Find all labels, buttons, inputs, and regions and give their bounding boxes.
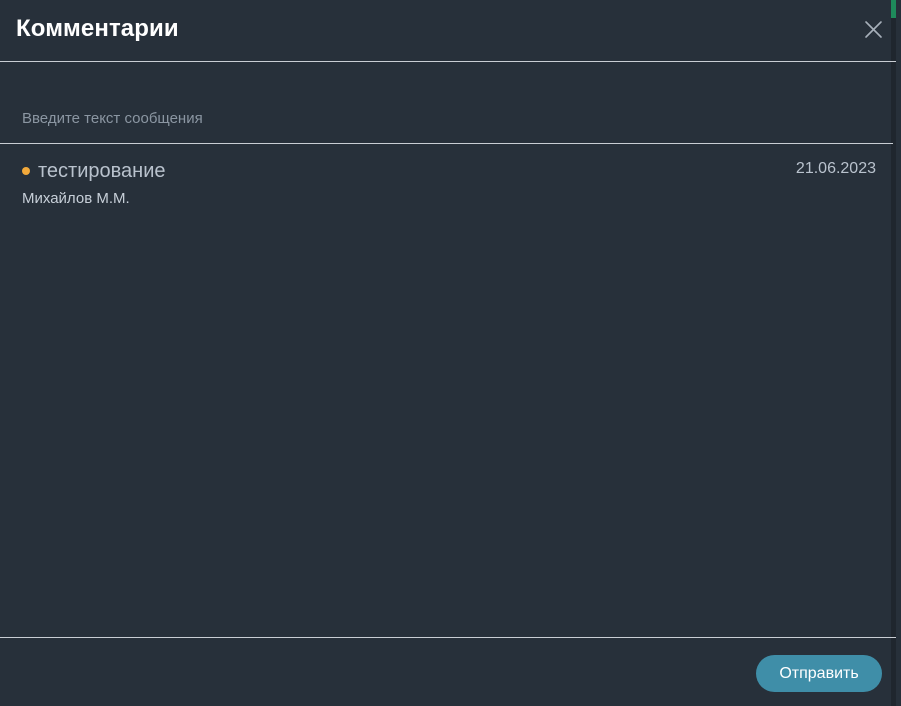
comments-dialog: Комментарии тестирование 21.06.2023 Миха… xyxy=(0,0,896,706)
message-composer xyxy=(0,90,893,144)
comment-author: Михайлов М.М. xyxy=(22,190,130,207)
comment-item: тестирование 21.06.2023 Михайлов М.М. xyxy=(0,155,896,220)
close-icon xyxy=(865,21,882,38)
submit-button[interactable]: Отправить xyxy=(756,655,882,692)
close-button[interactable] xyxy=(863,19,884,40)
footer-divider xyxy=(0,637,896,638)
comment-text: тестирование xyxy=(38,160,166,182)
message-input[interactable] xyxy=(22,106,877,130)
comment-status-dot xyxy=(22,167,30,175)
comment-date: 21.06.2023 xyxy=(795,160,876,177)
dialog-title: Комментарии xyxy=(16,15,179,42)
dialog-header: Комментарии xyxy=(0,0,896,62)
